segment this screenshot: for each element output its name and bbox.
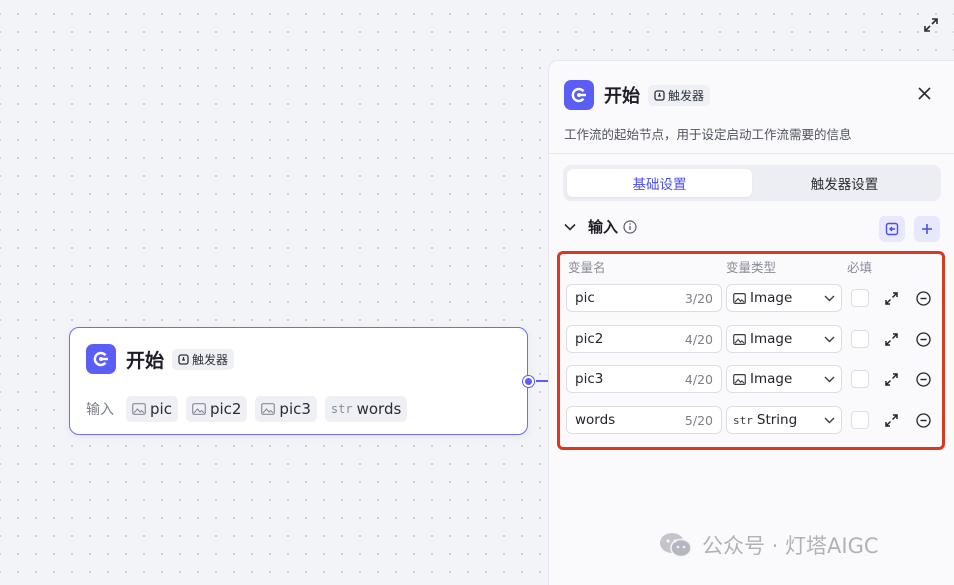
chip-label: words	[356, 400, 402, 418]
variable-name-input[interactable]: words 5/20	[566, 406, 722, 434]
expand-icon[interactable]	[882, 330, 900, 348]
variable-name-value: words	[575, 412, 616, 428]
input-chip-pic2: pic2	[185, 396, 248, 422]
input-chip-words: str words	[324, 396, 408, 422]
import-variables-button[interactable]	[879, 216, 905, 242]
variable-type-select[interactable]: Image	[726, 365, 842, 393]
required-checkbox[interactable]	[851, 289, 869, 307]
start-node-logo-icon	[86, 344, 116, 374]
variable-name-value: pic2	[575, 331, 604, 347]
panel-description: 工作流的起始节点，用于设定启动工作流需要的信息	[564, 127, 852, 142]
variable-type-value: Image	[750, 290, 793, 306]
remove-icon[interactable]	[914, 330, 932, 348]
image-icon	[733, 292, 746, 304]
image-icon	[261, 403, 276, 415]
required-checkbox[interactable]	[851, 411, 869, 429]
char-count: 5/20	[684, 412, 713, 428]
remove-icon[interactable]	[914, 370, 932, 388]
image-icon	[733, 333, 746, 345]
trigger-badge-label: 触发器	[192, 352, 229, 367]
node-title: 开始	[126, 349, 165, 372]
watermark: 公众号 · 灯塔AIGC	[658, 530, 879, 560]
trigger-badge: 触发器	[172, 348, 235, 370]
variable-row: pic2 4/20 Image	[566, 325, 942, 353]
panel-title: 开始	[604, 86, 640, 107]
expand-icon[interactable]	[882, 289, 900, 307]
char-count: 4/20	[684, 371, 713, 387]
column-header-name: 变量名	[568, 260, 606, 275]
watermark-text: 公众号 · 灯塔AIGC	[702, 534, 879, 558]
close-icon[interactable]	[915, 84, 933, 102]
image-icon	[733, 373, 746, 385]
fullscreen-icon[interactable]	[920, 14, 942, 36]
variable-row: pic 3/20 Image	[566, 284, 942, 312]
chevron-down-icon[interactable]	[564, 220, 578, 234]
string-type-icon: str	[733, 413, 753, 427]
input-chip-pic: pic	[126, 396, 178, 422]
required-checkbox[interactable]	[851, 330, 869, 348]
variable-name-input[interactable]: pic3 4/20	[566, 365, 722, 393]
char-count: 3/20	[684, 290, 713, 306]
image-icon	[192, 403, 206, 415]
trigger-badge-label: 触发器	[668, 88, 705, 103]
string-type-icon: str	[330, 402, 353, 416]
trigger-icon	[654, 89, 665, 101]
import-icon	[885, 222, 899, 236]
variable-row: pic3 4/20 Image	[566, 365, 942, 393]
add-variable-button[interactable]	[914, 216, 940, 242]
trigger-icon	[178, 353, 189, 365]
node-connection-line	[536, 380, 548, 382]
tab-basic-settings[interactable]: 基础设置	[567, 169, 752, 197]
variable-name-input[interactable]: pic2 4/20	[566, 325, 722, 353]
chip-label: pic3	[279, 400, 311, 418]
chevron-down-icon	[824, 295, 835, 302]
column-header-required: 必填	[847, 260, 873, 275]
divider	[549, 153, 954, 154]
remove-icon[interactable]	[914, 289, 932, 307]
chip-label: pic	[150, 400, 172, 418]
variable-type-value: Image	[750, 331, 793, 347]
chevron-down-icon	[824, 417, 835, 424]
tab-trigger-settings[interactable]: 触发器设置	[752, 169, 937, 197]
expand-icon[interactable]	[882, 370, 900, 388]
node-output-port[interactable]	[523, 376, 534, 387]
variable-type-value: Image	[750, 371, 793, 387]
column-header-type: 变量类型	[726, 260, 777, 275]
input-section-title: 输入	[588, 218, 619, 236]
plus-icon	[922, 224, 932, 234]
remove-icon[interactable]	[914, 411, 932, 429]
wechat-icon	[660, 533, 692, 558]
variable-name-input[interactable]: pic 3/20	[566, 284, 722, 312]
chip-label: pic2	[209, 400, 242, 418]
info-icon[interactable]	[623, 219, 637, 234]
char-count: 4/20	[684, 331, 713, 347]
variable-type-select[interactable]: Image	[726, 284, 842, 312]
trigger-badge: 触发器	[648, 84, 711, 106]
variable-name-value: pic3	[575, 371, 604, 387]
variable-type-select[interactable]: Image	[726, 325, 842, 353]
image-icon	[132, 403, 146, 415]
variable-row: words 5/20 str String	[566, 406, 942, 434]
variable-type-value: String	[756, 412, 798, 428]
expand-icon[interactable]	[882, 411, 900, 429]
variable-name-value: pic	[575, 290, 595, 306]
start-node[interactable]: 开始 触发器 输入 pic pic2 pic3 str words	[69, 327, 528, 435]
variable-type-select[interactable]: str String	[726, 406, 842, 434]
chevron-down-icon	[824, 336, 835, 343]
chevron-down-icon	[824, 376, 835, 383]
input-chip-pic3: pic3	[255, 396, 317, 422]
settings-tabs: 基础设置 触发器设置	[563, 165, 941, 201]
required-checkbox[interactable]	[851, 370, 869, 388]
start-node-logo-icon	[564, 80, 594, 110]
inputs-label: 输入	[86, 402, 114, 418]
